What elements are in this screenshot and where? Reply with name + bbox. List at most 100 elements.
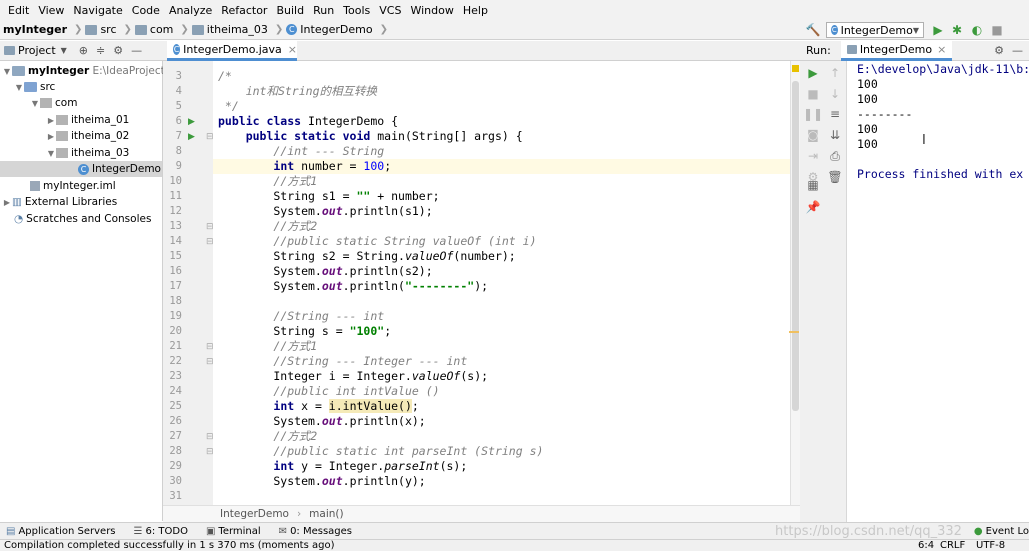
line-number: 4 — [175, 85, 182, 97]
close-icon[interactable]: × — [288, 43, 297, 56]
layout-icon[interactable]: ▦ — [806, 178, 820, 192]
tree-item-root[interactable]: ▼ myInteger E:\IdeaProjects\Ja — [2, 63, 183, 79]
warning-marker[interactable] — [792, 65, 799, 72]
chevron-down-icon[interactable]: ▼ — [30, 99, 40, 108]
arrow-up-icon[interactable]: ↑ — [828, 66, 842, 80]
tree-item-integerdemo[interactable]: C IntegerDemo — [0, 161, 162, 177]
editor-tab-integerdemo[interactable]: C IntegerDemo.java × — [167, 41, 297, 61]
console-line: 100 — [857, 137, 878, 151]
menu-help[interactable]: Help — [463, 4, 488, 17]
pin-icon[interactable]: 📌 — [806, 200, 821, 214]
run-icon[interactable]: ▶ — [931, 23, 945, 37]
menu-run[interactable]: Run — [313, 4, 334, 17]
hide-minimize-icon[interactable]: — — [131, 44, 142, 57]
pause-icon[interactable]: ❚❚ — [803, 107, 823, 121]
tool-todo[interactable]: ☰ 6: TODO — [134, 526, 188, 537]
tree-item-scratches[interactable]: ◔ Scratches and Consoles — [14, 211, 151, 227]
menu-edit[interactable]: Edit — [8, 4, 29, 17]
debug-bug-icon[interactable]: ✱ — [950, 23, 964, 37]
project-view-selector[interactable]: Project — [18, 44, 56, 57]
gear-icon[interactable]: ⚙ — [113, 44, 123, 57]
stop-icon[interactable]: ■ — [806, 87, 820, 101]
fold-icon[interactable]: ⊟ — [206, 132, 214, 142]
chevron-down-icon[interactable]: ▼ — [2, 67, 12, 76]
breadcrumb-separator: ❯ — [274, 24, 284, 35]
breadcrumb-class[interactable]: C IntegerDemo — [286, 23, 373, 36]
run-tab-integerdemo[interactable]: IntegerDemo × — [840, 40, 953, 61]
breadcrumb-project[interactable]: myInteger — [3, 23, 67, 36]
tree-item-itheima-02[interactable]: ▶ itheima_02 — [46, 128, 129, 144]
tree-item-external-libraries[interactable]: ▶ ▥ External Libraries — [2, 194, 117, 210]
login-icon[interactable]: ⇥ — [806, 149, 820, 163]
class-icon: C — [78, 163, 89, 175]
fold-icon[interactable]: ⊟ — [206, 432, 214, 442]
breadcrumb-com[interactable]: com — [134, 23, 173, 36]
watermark: https://blog.csdn.net/qq_332 — [775, 523, 962, 539]
chevron-down-icon[interactable]: ▼ — [46, 149, 56, 158]
fold-icon[interactable]: ⊟ — [206, 237, 214, 247]
run-configuration-select[interactable]: C IntegerDemo ▼ — [826, 22, 924, 38]
package-icon — [56, 131, 68, 141]
arrow-down-icon[interactable]: ↓ — [828, 87, 842, 101]
soft-wrap-icon[interactable]: ≡ — [828, 107, 842, 121]
rerun-icon[interactable]: ▶ — [806, 66, 820, 80]
tree-item-src[interactable]: ▼ src — [14, 79, 55, 95]
editor-breadcrumb-class[interactable]: IntegerDemo — [220, 508, 289, 520]
trash-icon[interactable]: 🗑 — [827, 170, 842, 184]
collapse-all-icon[interactable]: ≑ — [96, 44, 105, 57]
menu-refactor[interactable]: Refactor — [221, 4, 267, 17]
tree-item-itheima-03[interactable]: ▼ itheima_03 — [46, 145, 129, 161]
tool-terminal[interactable]: ▣ Terminal — [206, 526, 261, 537]
code-line: //int --- String — [273, 144, 385, 158]
breadcrumb-package[interactable]: itheima_03 — [191, 23, 268, 36]
chevron-down-icon[interactable]: ▼ — [61, 46, 67, 55]
code-line: //public static int parseInt (String s) — [273, 444, 544, 458]
editor-breadcrumb-method[interactable]: main() — [309, 508, 343, 520]
menu-vcs[interactable]: VCS — [379, 4, 401, 17]
breadcrumb-separator: ❯ — [74, 24, 83, 35]
menu-tools[interactable]: Tools — [343, 4, 370, 17]
fold-icon[interactable]: ⊟ — [206, 342, 214, 352]
print-icon[interactable]: ⎙ — [828, 149, 842, 163]
tool-messages[interactable]: ✉ 0: Messages — [279, 526, 352, 537]
menu-view[interactable]: View — [38, 4, 64, 17]
stop-icon[interactable]: ■ — [990, 23, 1004, 37]
caret-position[interactable]: 6:4 — [918, 540, 934, 551]
menu-navigate[interactable]: Navigate — [73, 4, 122, 17]
line-separator[interactable]: CRLF — [940, 540, 965, 551]
chevron-down-icon[interactable]: ▼ — [14, 83, 24, 92]
build-hammer-icon[interactable]: 🔨 — [806, 23, 821, 37]
run-gutter-icon[interactable]: ▶ — [188, 117, 195, 127]
menu-analyze[interactable]: Analyze — [169, 4, 212, 17]
tool-event-log[interactable]: ● Event Lo — [974, 526, 1029, 537]
chevron-right-icon[interactable]: ▶ — [46, 132, 56, 141]
locate-target-icon[interactable]: ⊕ — [79, 44, 88, 57]
close-icon[interactable]: × — [937, 43, 946, 56]
fold-icon[interactable]: ⊟ — [206, 447, 214, 457]
console-line: Process finished with ex — [857, 167, 1024, 181]
editor-scrollbar[interactable] — [789, 61, 800, 505]
tree-item-iml[interactable]: myInteger.iml — [30, 178, 116, 194]
fold-icon[interactable]: ⊟ — [206, 222, 214, 232]
chevron-right-icon[interactable]: ▶ — [46, 116, 56, 125]
menu-build[interactable]: Build — [276, 4, 304, 17]
scrollbar-thumb[interactable] — [792, 81, 799, 411]
gear-icon[interactable]: ⚙ — [994, 44, 1004, 57]
line-number: 31 — [169, 490, 182, 502]
camera-dump-icon[interactable]: ◙ — [806, 128, 820, 142]
run-gutter-icon[interactable]: ▶ — [188, 132, 195, 142]
file-encoding[interactable]: UTF-8 — [976, 540, 1005, 551]
status-message[interactable]: Compilation completed successfully in 1 … — [4, 540, 335, 551]
tree-item-com[interactable]: ▼ com — [30, 95, 78, 111]
coverage-icon[interactable]: ◐ — [970, 23, 984, 37]
fold-icon[interactable]: ⊟ — [206, 357, 214, 367]
tool-application-servers[interactable]: ▤ Application Servers — [6, 526, 116, 537]
scroll-to-end-icon[interactable]: ⇊ — [828, 128, 842, 142]
hide-minimize-icon[interactable]: — — [1012, 44, 1023, 57]
menu-window[interactable]: Window — [410, 4, 453, 17]
breadcrumb-src[interactable]: src — [85, 23, 117, 36]
tree-item-itheima-01[interactable]: ▶ itheima_01 — [46, 112, 129, 128]
chevron-right-icon[interactable]: ▶ — [2, 198, 12, 207]
line-number: 20 — [169, 325, 182, 337]
menu-code[interactable]: Code — [132, 4, 160, 17]
